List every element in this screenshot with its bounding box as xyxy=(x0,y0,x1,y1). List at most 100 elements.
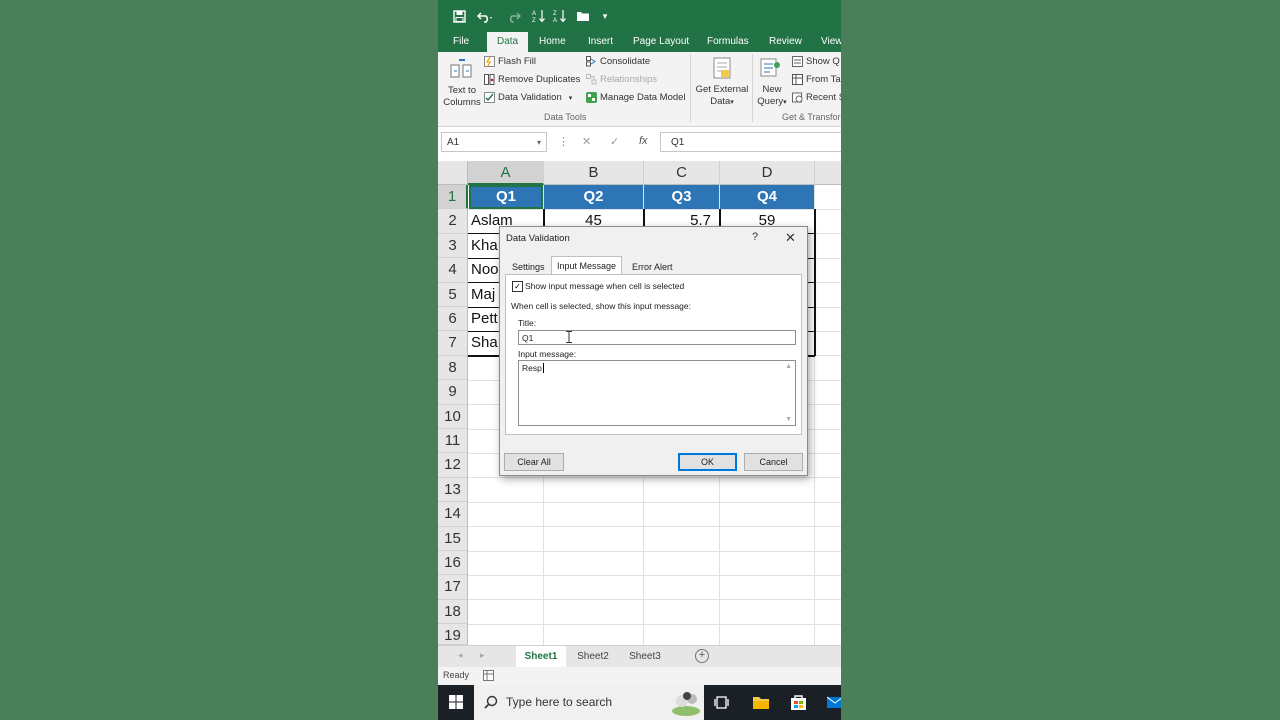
tab-home[interactable]: Home xyxy=(539,32,566,52)
clear-all-button[interactable]: Clear All xyxy=(504,453,564,471)
cell-a3[interactable]: Kha xyxy=(471,234,498,258)
sort-ascending-icon[interactable]: AZ xyxy=(530,6,546,26)
manage-data-model-button[interactable]: Manage Data Model xyxy=(586,92,686,103)
column-header-c[interactable]: C xyxy=(644,161,720,185)
remove-duplicates-button[interactable]: Remove Duplicates xyxy=(484,74,580,85)
taskbar-search-box[interactable]: Type here to search xyxy=(474,685,704,720)
help-icon[interactable]: ? xyxy=(752,231,758,243)
cell-b1[interactable]: Q2 xyxy=(544,185,643,209)
scroll-right-icon[interactable]: ▸ xyxy=(480,650,485,661)
row-header[interactable]: 10 xyxy=(438,404,468,429)
row-header[interactable]: 2 xyxy=(438,209,468,234)
column-header-e[interactable] xyxy=(815,161,841,185)
open-folder-icon[interactable] xyxy=(574,6,592,26)
formula-input[interactable]: Q1 xyxy=(660,132,841,152)
data-validation-dialog: Data Validation ? ✕ Settings Input Messa… xyxy=(499,226,808,476)
title-bar: AZ ZA ▾ xyxy=(438,0,841,32)
recent-sources-button[interactable]: Recent S xyxy=(792,92,841,103)
windows-start-icon[interactable] xyxy=(449,695,463,709)
name-box[interactable]: A1 ▾ xyxy=(441,132,547,152)
close-icon[interactable]: ✕ xyxy=(785,230,796,246)
row-header[interactable]: 5 xyxy=(438,282,468,307)
macro-record-icon[interactable] xyxy=(483,670,494,681)
task-view-icon[interactable] xyxy=(714,695,729,710)
select-all-corner[interactable] xyxy=(438,161,468,185)
sheet-tab-sheet3[interactable]: Sheet3 xyxy=(620,646,670,667)
customize-qat-button[interactable]: ▾ xyxy=(599,6,611,26)
tab-review[interactable]: Review xyxy=(769,32,802,52)
scroll-left-icon[interactable]: ◂ xyxy=(458,650,463,661)
get-external-data-button[interactable]: Get External Data▾ xyxy=(694,54,750,110)
get-transform-group-label: Get & Transfor xyxy=(782,112,841,122)
row-header[interactable]: 12 xyxy=(438,453,468,478)
show-input-message-checkbox[interactable]: ✓ xyxy=(512,281,523,292)
tab-settings[interactable]: Settings xyxy=(507,259,550,275)
row-header[interactable]: 7 xyxy=(438,331,468,356)
tab-file[interactable]: File xyxy=(453,32,469,52)
sort-descending-icon[interactable]: ZA xyxy=(551,6,567,26)
row-header[interactable]: 8 xyxy=(438,355,468,381)
cancel-button[interactable]: Cancel xyxy=(744,453,803,471)
row-header[interactable]: 4 xyxy=(438,258,468,283)
row-header[interactable]: 15 xyxy=(438,526,468,551)
tab-page-layout[interactable]: Page Layout xyxy=(633,32,689,52)
title-field[interactable]: Q1 xyxy=(518,330,796,345)
chevron-down-icon[interactable]: ▾ xyxy=(537,133,541,153)
text-to-columns-button[interactable]: Text to Columns xyxy=(442,55,482,111)
cell-a4[interactable]: Noo xyxy=(471,258,499,282)
tab-input-message[interactable]: Input Message xyxy=(551,256,623,276)
sheet-tab-sheet1[interactable]: Sheet1 xyxy=(516,646,566,669)
windows-taskbar: Type here to search xyxy=(438,685,841,720)
from-table-button[interactable]: From Ta xyxy=(792,74,841,85)
gridline xyxy=(468,550,841,552)
scroll-up-icon[interactable]: ▲ xyxy=(785,363,792,370)
flash-fill-button[interactable]: Flash Fill xyxy=(484,56,536,67)
redo-icon[interactable] xyxy=(502,6,524,26)
row-header[interactable]: 16 xyxy=(438,551,468,576)
tab-data[interactable]: Data xyxy=(487,32,529,53)
column-header-a[interactable]: A xyxy=(468,161,544,185)
undo-icon[interactable] xyxy=(474,6,496,26)
row-header[interactable]: 11 xyxy=(438,429,468,454)
new-query-button[interactable]: New Query▾ xyxy=(754,54,790,110)
row-header[interactable]: 17 xyxy=(438,575,468,600)
row-header[interactable]: 14 xyxy=(438,502,468,527)
tab-insert[interactable]: Insert xyxy=(588,32,613,52)
tab-error-alert[interactable]: Error Alert xyxy=(627,259,678,275)
row-header[interactable]: 18 xyxy=(438,599,468,625)
row-header[interactable]: 6 xyxy=(438,307,468,332)
input-message-textarea[interactable]: Resp ▲ ▼ xyxy=(518,360,796,426)
row-header[interactable]: 19 xyxy=(438,624,468,646)
tab-view[interactable]: View xyxy=(821,32,841,52)
row-header[interactable]: 13 xyxy=(438,477,468,503)
scroll-down-icon[interactable]: ▼ xyxy=(785,416,792,423)
consolidate-button[interactable]: Consolidate xyxy=(586,56,650,67)
column-header-b[interactable]: B xyxy=(544,161,644,185)
store-icon[interactable] xyxy=(790,694,807,711)
data-model-icon xyxy=(586,92,597,103)
cell-d1[interactable]: Q4 xyxy=(720,185,814,209)
relationships-button[interactable]: Relationships xyxy=(586,74,657,85)
tab-formulas[interactable]: Formulas xyxy=(707,32,749,52)
cell-a6[interactable]: Pett xyxy=(471,307,498,331)
cell-a7[interactable]: Sha xyxy=(471,331,498,355)
file-explorer-icon[interactable] xyxy=(752,694,770,710)
insert-function-icon[interactable]: fx xyxy=(639,135,648,147)
new-sheet-icon[interactable]: + xyxy=(695,649,709,663)
status-bar: Ready xyxy=(438,667,841,685)
row-header[interactable]: 1 xyxy=(438,185,468,210)
sheet-tab-sheet2[interactable]: Sheet2 xyxy=(568,646,618,667)
confirm-entry-icon[interactable]: ✓ xyxy=(610,135,619,148)
cell-a1[interactable]: Q1 xyxy=(469,185,543,209)
cell-c1[interactable]: Q3 xyxy=(644,185,719,209)
data-validation-button[interactable]: Data Validation ▾ xyxy=(484,92,572,103)
column-header-d[interactable]: D xyxy=(720,161,815,185)
ok-button[interactable]: OK xyxy=(678,453,737,471)
cancel-entry-icon[interactable]: ✕ xyxy=(582,135,591,148)
show-queries-button[interactable]: Show Q xyxy=(792,56,840,67)
save-icon[interactable] xyxy=(450,6,468,26)
row-header[interactable]: 3 xyxy=(438,233,468,259)
row-header[interactable]: 9 xyxy=(438,380,468,405)
cell-a5[interactable]: Maj xyxy=(471,283,495,307)
mail-icon[interactable] xyxy=(827,694,841,711)
